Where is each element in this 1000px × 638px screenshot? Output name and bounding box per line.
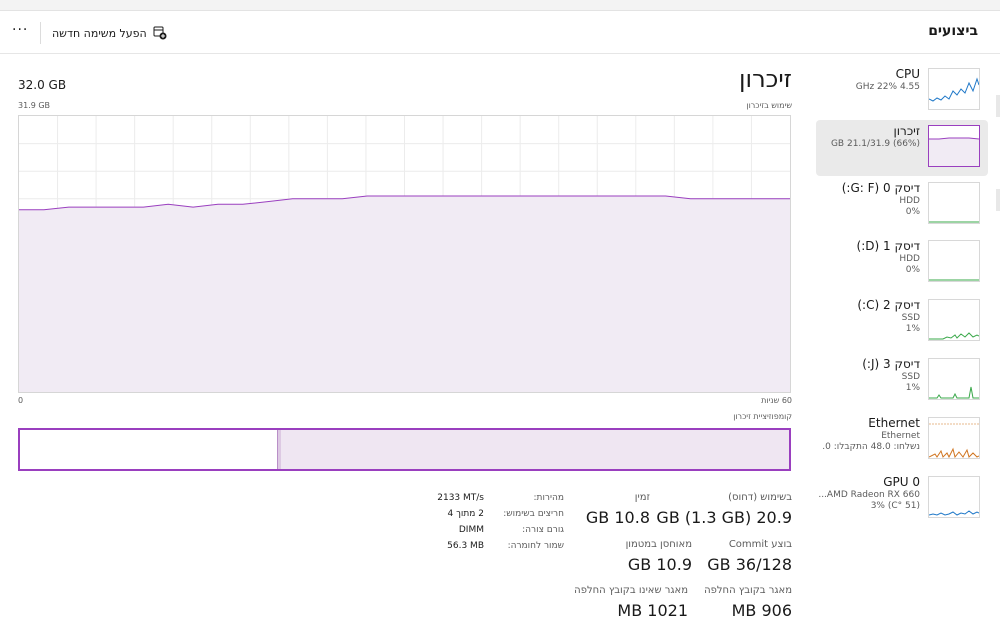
sidebar-item-title: דיסק 2 (C:) (857, 298, 920, 312)
in-use-value: 20.9 GB (1.3 GB) (656, 508, 792, 527)
sidebar-item-disk-2[interactable]: דיסק 2 (C:) SSD 1% (816, 294, 988, 350)
hardware-reserved-label: שמור לחומרה: (507, 541, 564, 551)
sidebar-item-usage: 1% (905, 383, 920, 393)
toolbar-divider (40, 22, 41, 44)
disk-3-thumbnail-graph (928, 358, 980, 400)
memory-usage-graph (18, 115, 791, 393)
speed-label: מהירות: (533, 493, 565, 503)
sidebar-item-subtitle: SSD (901, 313, 920, 323)
sidebar-item-disk-0[interactable]: דיסק 0 (G: F:) HDD 0% (816, 177, 988, 233)
memory-composition-label: קומפוזיציית זיכרון (733, 412, 792, 421)
available-label: זמין (634, 492, 650, 503)
sidebar-item-usage: 0% (905, 207, 920, 217)
committed-label: בוצע Commit (728, 539, 792, 550)
more-options-button[interactable]: ··· (12, 20, 28, 40)
scrollbar-thumb[interactable] (996, 95, 1000, 117)
memory-usage-chart (19, 116, 790, 392)
sidebar-item-memory[interactable]: זיכרון (66%) 21.1/31.9 GB (816, 120, 988, 176)
cached-value: 10.9 GB (627, 555, 692, 574)
disk-2-thumbnail-graph (928, 299, 980, 341)
sidebar-item-subtitle: 4.55 GHz 22% (855, 82, 920, 92)
composition-in-use-segment (281, 430, 789, 469)
scrollbar-thumb[interactable] (996, 189, 1000, 211)
form-factor-value: DIMM (458, 525, 484, 535)
committed-value: 36/128 GB (707, 555, 792, 574)
memory-usage-label: שימוש בזיכרון (746, 101, 792, 110)
disk-1-thumbnail-graph (928, 240, 980, 282)
disk-0-thumbnail-graph (928, 182, 980, 224)
run-new-task-button[interactable]: הפעל משימה חדשה (52, 24, 167, 42)
sidebar-item-usage: 0% (905, 265, 920, 275)
sidebar-item-disk-3[interactable]: דיסק 3 (J:) SSD 1% (816, 353, 988, 409)
total-capacity: 32.0 GB (18, 78, 67, 92)
slots-used-value: 2 מתוך 4 (447, 509, 484, 519)
sidebar-item-title: CPU (895, 67, 920, 81)
memory-usage-area (19, 196, 790, 392)
nonpaged-pool-label: מאגר שאינו בקובץ החלפה (574, 585, 688, 596)
gpu-thumbnail-graph (928, 476, 980, 518)
task-manager-window: ביצועים ··· הפעל משימה חדשה CPU 4.55 GHz… (0, 10, 1000, 638)
sidebar-item-subtitle: HDD (899, 254, 920, 264)
sidebar-item-subtitle: HDD (899, 196, 920, 206)
sidebar-item-usage: 1% (905, 324, 920, 334)
sidebar-item-disk-1[interactable]: דיסק 1 (D:) HDD 0% (816, 235, 988, 291)
sidebar-item-gpu[interactable]: GPU 0 AMD Radeon RX 660... (51 °C) 3% (816, 471, 988, 527)
composition-modified-segment (277, 430, 282, 469)
in-use-label: בשימוש (דחוס) (728, 492, 792, 503)
new-task-icon (153, 26, 167, 40)
form-factor-label: גורם צורה: (522, 525, 564, 535)
sidebar-item-cpu[interactable]: CPU 4.55 GHz 22% (816, 63, 988, 119)
speed-value: 2133 MT/s (437, 493, 484, 503)
sidebar-item-ethernet[interactable]: Ethernet Ethernet נשלחו: 48.0 התקבלו: 0. (816, 412, 988, 468)
memory-title: זיכרון (739, 65, 792, 93)
ethernet-thumbnail-graph (928, 417, 980, 459)
nonpaged-pool-value: 1021 MB (617, 601, 688, 620)
sidebar-item-title: דיסק 1 (D:) (856, 239, 920, 253)
sidebar-item-subtitle: (66%) 21.1/31.9 GB (830, 139, 920, 149)
available-value: 10.8 GB (585, 508, 650, 527)
slots-used-label: חריצים בשימוש: (503, 509, 564, 519)
cpu-thumbnail-graph (928, 68, 980, 110)
sidebar-item-title: GPU 0 (883, 475, 920, 489)
run-new-task-label: הפעל משימה חדשה (52, 26, 147, 40)
memory-thumbnail-graph (928, 125, 980, 167)
paged-pool-label: מאגר בקובץ החלפה (704, 585, 792, 596)
hardware-reserved-value: 56.3 MB (447, 541, 484, 551)
sidebar-item-title: זיכרון (893, 124, 921, 138)
cached-label: מאוחסן במטמון (625, 539, 692, 550)
toolbar: ביצועים ··· הפעל משימה חדשה (0, 11, 1000, 54)
graph-zero-label: 0 (18, 396, 24, 405)
memory-composition-bar (18, 428, 791, 471)
sidebar-item-title: דיסק 0 (G: F:) (841, 181, 920, 195)
sidebar-item-subtitle: SSD (901, 372, 920, 382)
page-title: ביצועים (928, 23, 978, 39)
paged-pool-value: 906 MB (731, 601, 792, 620)
sidebar-item-title: דיסק 3 (J:) (862, 357, 920, 371)
graph-scale-max: 31.9 GB (18, 101, 51, 110)
graph-time-axis-label: 60 שניות (761, 396, 792, 405)
